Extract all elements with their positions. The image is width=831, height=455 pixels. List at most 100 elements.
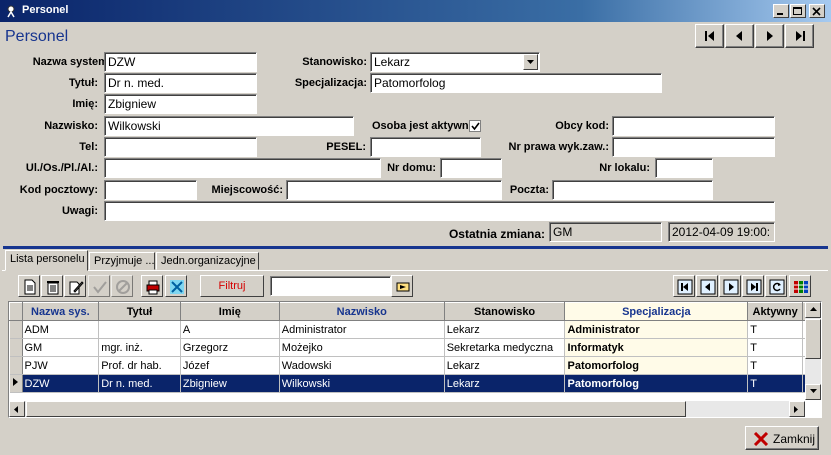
column-header[interactable]: Specjalizacja (564, 302, 749, 321)
grid-first-button[interactable] (673, 275, 695, 297)
nr-domu-field[interactable] (440, 158, 502, 178)
grid-columns-button[interactable] (789, 275, 811, 297)
close-window-button[interactable] (809, 4, 825, 18)
delete-record-button[interactable] (41, 275, 63, 297)
pesel-field[interactable] (370, 137, 481, 157)
cell-imie: Zbigniew (180, 374, 280, 393)
scroll-thumb[interactable] (805, 319, 821, 359)
save-button[interactable] (88, 275, 110, 297)
ostatnia-zmiana-label: Ostatnia zmiana: (448, 227, 545, 241)
filter-input[interactable] (270, 276, 391, 296)
nazwisko-label: Nazwisko: (44, 120, 98, 132)
cell-aktywny: T (747, 338, 804, 357)
stanowisko-dropdown-button[interactable] (523, 54, 538, 70)
scroll-down-button[interactable] (805, 384, 821, 400)
edit-record-button[interactable] (64, 275, 86, 297)
next-record-button[interactable] (755, 24, 784, 48)
vertical-scrollbar[interactable] (805, 302, 821, 400)
refresh-icon (769, 279, 785, 295)
cell-stanowisko: Lekarz (444, 356, 566, 375)
scroll-left-button[interactable] (9, 401, 25, 417)
cell-tytul: Dr n. med. (98, 374, 181, 393)
obcy-kod-field[interactable] (612, 116, 775, 136)
osoba-aktywna-label: Osoba jest aktywna (372, 120, 470, 132)
ulica-field[interactable] (104, 158, 381, 178)
uwagi-field[interactable] (104, 201, 775, 221)
table-row[interactable]: PJW Prof. dr hab. Józef Wadowski Lekarz … (9, 356, 821, 375)
tab-przyjmuje[interactable]: Przyjmuje ... (89, 252, 155, 270)
grid-last-button[interactable] (742, 275, 764, 297)
grid-prev-button[interactable] (696, 275, 718, 297)
tel-field[interactable] (104, 137, 257, 157)
cancel-button[interactable] (111, 275, 133, 297)
nr-lokalu-field[interactable] (655, 158, 713, 178)
cell-specjalizacja: Patomorfolog (564, 356, 749, 375)
cell-aktywny: T (747, 374, 804, 393)
nr-prawa-label: Nr prawa wyk.zaw.: (508, 141, 609, 153)
close-button-label: Zamknij (773, 432, 816, 446)
current-row-arrow-icon (12, 378, 18, 386)
chevron-down-icon (527, 60, 534, 64)
poczta-field[interactable] (552, 180, 713, 200)
column-header[interactable]: Aktywny (747, 302, 804, 321)
minimize-button[interactable] (773, 4, 789, 18)
nazwa-systemowa-field[interactable]: DZW (104, 52, 257, 72)
table-row[interactable]: GM mgr. inż. Grzegorz Możejko Sekretarka… (9, 338, 821, 357)
filter-apply-button[interactable] (391, 275, 413, 297)
page-title: Personel (5, 28, 69, 45)
grid-next-button[interactable] (719, 275, 741, 297)
filter-button[interactable]: Filtruj (200, 275, 264, 297)
cell-specjalizacja: Informatyk (564, 338, 749, 357)
cell-specjalizacja: Patomorfolog (564, 374, 749, 393)
first-icon (705, 31, 714, 41)
cell-nazwa: PJW (22, 356, 100, 375)
table-row[interactable]: ADM A Administrator Lekarz Administrator… (9, 320, 821, 339)
column-header[interactable]: Imię (179, 302, 280, 321)
tab-jedn-organizacyjne[interactable]: Jedn.organizacyjne (156, 252, 259, 270)
nazwisko-field[interactable]: Wilkowski (104, 116, 354, 136)
stanowisko-label: Stanowisko: (302, 56, 367, 68)
ostatnia-zmiana-date: 2012-04-09 19:00: (668, 222, 775, 242)
stanowisko-value: Lekarz (374, 55, 411, 69)
osoba-aktywna-checkbox[interactable] (469, 120, 481, 132)
miejscowosc-field[interactable] (286, 180, 502, 200)
cell-nazwisko: Możejko (279, 338, 445, 357)
tytul-field[interactable]: Dr n. med. (104, 73, 257, 93)
new-record-button[interactable] (18, 275, 40, 297)
row-indicator-header (9, 302, 23, 321)
print-button[interactable] (141, 275, 163, 297)
last-record-button[interactable] (785, 24, 814, 48)
row-indicator (9, 374, 23, 393)
tab-lista-personelu[interactable]: Lista personelu (5, 250, 88, 271)
grid-refresh-button[interactable] (765, 275, 787, 297)
cell-specjalizacja: Administrator (564, 320, 749, 339)
checkmark-icon (93, 281, 107, 294)
column-header[interactable]: Nazwisko (278, 302, 445, 321)
cell-stanowisko: Lekarz (444, 374, 566, 393)
hscroll-thumb[interactable] (26, 401, 686, 417)
tools-button[interactable] (165, 275, 187, 297)
nr-prawa-field[interactable] (612, 137, 775, 157)
column-header[interactable]: Stanowisko (443, 302, 566, 321)
tools-icon (170, 280, 184, 294)
imie-field[interactable]: Zbigniew (104, 94, 257, 114)
column-header[interactable]: Nazwa sys. (21, 302, 100, 321)
scroll-right-button[interactable] (789, 401, 805, 417)
stanowisko-select[interactable]: Lekarz (370, 52, 540, 72)
print-icon (146, 280, 160, 295)
close-button[interactable]: Zamknij (745, 426, 819, 450)
row-indicator (9, 338, 23, 357)
table-row-selected[interactable]: DZW Dr n. med. Zbigniew Wilkowski Lekarz… (9, 374, 821, 393)
kod-pocztowy-field[interactable] (104, 180, 197, 200)
column-header[interactable]: Tytuł (98, 302, 181, 321)
maximize-button[interactable] (790, 4, 806, 18)
prev-icon (700, 279, 716, 295)
prev-record-button[interactable] (725, 24, 754, 48)
horizontal-scrollbar[interactable] (9, 401, 805, 417)
specjalizacja-field[interactable]: Patomorfolog (370, 73, 662, 93)
first-record-button[interactable] (695, 24, 724, 48)
cell-nazwa: GM (22, 338, 100, 357)
minimize-icon (777, 13, 783, 15)
scroll-up-button[interactable] (805, 302, 821, 318)
cancel-icon (116, 280, 130, 294)
